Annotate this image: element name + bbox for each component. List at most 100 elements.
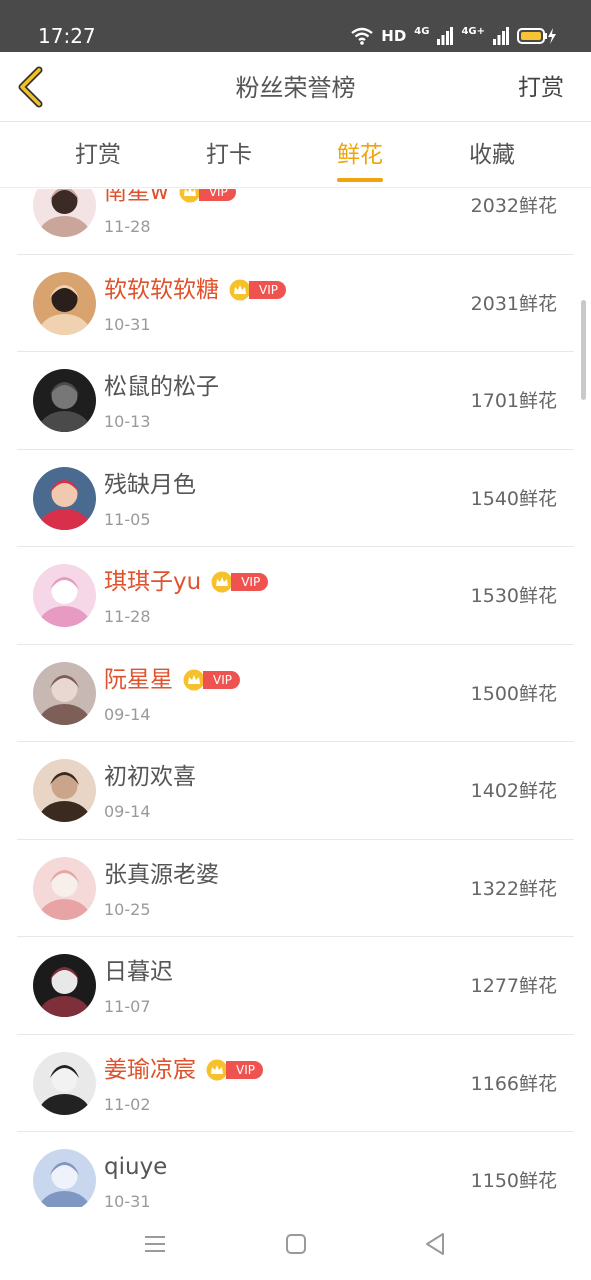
date: 09-14 <box>104 704 151 724</box>
flower-count: 1322鲜花 <box>470 877 557 900</box>
flower-count: 1701鲜花 <box>470 390 557 412</box>
flower-count: 1540鲜花 <box>470 487 557 510</box>
tab-reward[interactable]: 打赏 <box>75 139 121 171</box>
vip-tag: VIP <box>231 573 269 591</box>
name-line: 残缺月色 <box>104 470 196 500</box>
battery-icon <box>517 27 557 45</box>
avatar[interactable] <box>33 271 96 335</box>
name-line: 南星w VIP <box>104 189 236 207</box>
list-item[interactable]: 残缺月色 11-05 1540鲜花 <box>0 450 591 548</box>
scrollbar[interactable] <box>581 300 586 400</box>
vip-badge: VIP <box>211 571 269 593</box>
user-name[interactable]: 张真源老婆 <box>104 860 219 890</box>
date: 11-05 <box>104 509 151 529</box>
vip-badge: VIP <box>179 189 236 203</box>
tab-favorites[interactable]: 收藏 <box>469 139 515 171</box>
vip-badge: VIP <box>183 669 240 691</box>
home-icon[interactable] <box>283 1231 309 1257</box>
back-triangle-icon[interactable] <box>422 1231 448 1257</box>
flower-count: 1150鲜花 <box>470 1170 557 1192</box>
signal-label-2: 4G+ <box>461 26 485 37</box>
tab-checkin-label: 打卡 <box>206 142 252 168</box>
signal-icon-2 <box>493 27 509 45</box>
flower-count: 1402鲜花 <box>470 780 557 802</box>
user-name[interactable]: 初初欢喜 <box>104 762 196 792</box>
avatar[interactable] <box>33 1149 96 1207</box>
date: 11-07 <box>104 997 151 1016</box>
date: 11-28 <box>104 217 151 236</box>
tab-checkin[interactable]: 打卡 <box>206 139 252 171</box>
date: 11-02 <box>104 1094 151 1114</box>
menu-icon[interactable] <box>142 1231 168 1257</box>
hd-label: HD <box>381 27 407 45</box>
flower-count: 2032鲜花 <box>470 195 557 217</box>
signal-label-1: 4G <box>414 26 430 37</box>
tab-flowers[interactable]: 鲜花 <box>337 139 383 182</box>
name-line: 初初欢喜 <box>104 762 196 792</box>
vip-tag: VIP <box>203 670 240 689</box>
user-name[interactable]: qiuye <box>104 1152 167 1182</box>
avatar[interactable] <box>33 856 96 920</box>
list-item[interactable]: 南星w VIP 11-28 2032鲜花 <box>0 189 591 255</box>
list-item[interactable]: 姜瑜凉宸 VIP 11-02 1166鲜花 <box>0 1035 591 1133</box>
fan-list[interactable]: 南星w VIP 11-28 2032鲜花软软软软糖 VIP 10-31 2031鲜花松鼠的松… <box>0 189 591 1207</box>
nav-bar: 粉丝荣誉榜 打赏 <box>0 52 591 122</box>
list-item[interactable]: 琪琪子yu VIP 11-28 1530鲜花 <box>0 547 591 645</box>
avatar[interactable] <box>33 661 96 725</box>
back-button[interactable] <box>12 64 56 110</box>
vip-tag: VIP <box>198 189 236 201</box>
list-item[interactable]: 日暮迟 11-07 1277鲜花 <box>0 937 591 1035</box>
name-line: 张真源老婆 <box>104 860 219 890</box>
user-name[interactable]: 琪琪子yu <box>104 567 201 597</box>
avatar[interactable] <box>33 1051 96 1115</box>
avatar[interactable] <box>33 466 96 530</box>
name-line: 阮星星 VIP <box>104 665 240 695</box>
avatar[interactable] <box>33 759 96 822</box>
list-item[interactable]: 阮星星 VIP 09-14 1500鲜花 <box>0 645 591 743</box>
date: 11-28 <box>104 607 151 626</box>
name-line: 松鼠的松子 <box>104 372 219 402</box>
avatar[interactable] <box>33 564 96 627</box>
name-line: 软软软软糖 VIP <box>104 275 286 305</box>
user-name[interactable]: 日暮迟 <box>104 957 173 987</box>
chevron-left-icon <box>18 66 43 108</box>
user-name[interactable]: 软软软软糖 <box>104 275 219 305</box>
status-bar: 17:27 HD 4G 4G+ <box>0 0 591 52</box>
flower-count: 1500鲜花 <box>470 682 557 705</box>
tab-flowers-label: 鲜花 <box>337 142 383 168</box>
list-item[interactable]: 初初欢喜 09-14 1402鲜花 <box>0 742 591 840</box>
flower-count: 1166鲜花 <box>470 1072 557 1095</box>
user-name[interactable]: 南星w <box>104 189 169 207</box>
name-line: 琪琪子yu VIP <box>104 567 269 597</box>
date: 10-25 <box>104 899 151 919</box>
user-name[interactable]: 姜瑜凉宸 <box>104 1055 196 1085</box>
vip-tag: VIP <box>226 1060 263 1079</box>
user-name[interactable]: 残缺月色 <box>104 470 196 500</box>
vip-badge: VIP <box>229 279 286 301</box>
reward-button[interactable]: 打赏 <box>518 72 564 104</box>
date: 10-31 <box>104 1192 151 1207</box>
vip-badge: VIP <box>206 1059 263 1081</box>
name-line: qiuye <box>104 1152 167 1182</box>
user-name[interactable]: 阮星星 <box>104 665 173 695</box>
list-item[interactable]: 张真源老婆 10-25 1322鲜花 <box>0 840 591 938</box>
system-nav-bar <box>0 1207 591 1280</box>
name-line: 日暮迟 <box>104 957 173 987</box>
vip-tag: VIP <box>249 280 286 299</box>
user-name[interactable]: 松鼠的松子 <box>104 372 219 402</box>
flower-count: 2031鲜花 <box>470 292 557 315</box>
list-item[interactable]: qiuye 10-31 1150鲜花 <box>0 1132 591 1207</box>
status-time: 17:27 <box>38 24 96 48</box>
list-item[interactable]: 松鼠的松子 10-13 1701鲜花 <box>0 352 591 450</box>
avatar[interactable] <box>33 189 96 237</box>
page-title: 粉丝荣誉榜 <box>235 74 356 102</box>
flower-count: 1530鲜花 <box>470 585 557 607</box>
list-item[interactable]: 软软软软糖 VIP 10-31 2031鲜花 <box>0 255 591 353</box>
date: 10-31 <box>104 314 151 334</box>
avatar[interactable] <box>33 369 96 432</box>
flower-count: 1277鲜花 <box>470 975 557 997</box>
name-line: 姜瑜凉宸 VIP <box>104 1055 263 1085</box>
tab-reward-label: 打赏 <box>75 142 121 168</box>
avatar[interactable] <box>33 954 96 1017</box>
date: 10-13 <box>104 412 151 431</box>
